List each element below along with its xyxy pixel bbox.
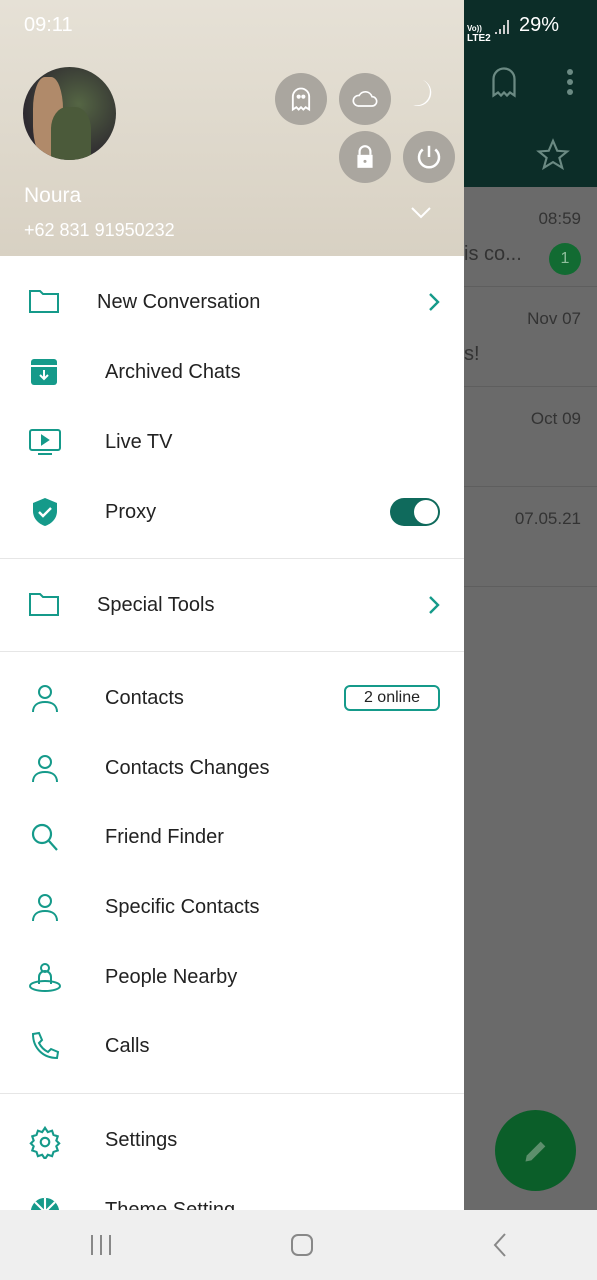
ghost-icon[interactable] xyxy=(486,64,522,100)
night-mode-icon[interactable] xyxy=(404,76,440,112)
menu-label: Archived Chats xyxy=(105,360,241,383)
menu-item-contacts[interactable]: Contacts 2 online xyxy=(0,663,464,733)
network-type: Vo)) LTE2 xyxy=(467,24,491,44)
star-icon[interactable] xyxy=(536,138,570,172)
folder-icon xyxy=(28,590,62,620)
compose-button[interactable] xyxy=(495,1110,576,1191)
chat-time: 08:59 xyxy=(538,209,581,228)
menu-label: Contacts Changes xyxy=(105,756,270,779)
chat-time: 07.05.21 xyxy=(514,509,581,528)
archive-icon xyxy=(28,357,62,387)
shield-check-icon xyxy=(28,497,62,527)
person-icon xyxy=(28,892,62,922)
pencil-icon xyxy=(522,1137,550,1165)
menu-label: People Nearby xyxy=(105,965,238,988)
battery-level: 29% xyxy=(519,14,560,36)
chevron-right-icon xyxy=(428,292,440,312)
profile-phone: +62 831 91950232 xyxy=(24,220,175,240)
search-icon xyxy=(28,822,62,852)
menu-label: Friend Finder xyxy=(105,825,224,848)
chevron-right-icon xyxy=(428,595,440,615)
person-icon xyxy=(28,683,62,713)
unread-badge: 1 xyxy=(549,243,581,275)
back-icon[interactable] xyxy=(492,1232,508,1258)
divider xyxy=(0,558,464,559)
menu-item-theme-setting[interactable]: Theme Setting xyxy=(0,1175,464,1210)
network-label: LTE2 xyxy=(467,33,491,44)
chat-time: Oct 09 xyxy=(530,409,581,428)
home-icon[interactable] xyxy=(290,1233,314,1257)
menu-item-friend-finder[interactable]: Friend Finder xyxy=(0,802,464,872)
divider xyxy=(0,1093,464,1094)
chat-row[interactable]: Oct 09 xyxy=(464,387,597,487)
cloud-button[interactable] xyxy=(339,73,391,125)
menu-label: Settings xyxy=(105,1128,178,1151)
online-count-badge: 2 online xyxy=(343,685,440,711)
status-bar: 09:11 xyxy=(24,14,464,37)
divider xyxy=(0,651,464,652)
folder-icon xyxy=(28,287,62,317)
ghost-mode-button[interactable] xyxy=(275,73,327,125)
menu-item-specific-contacts[interactable]: Specific Contacts xyxy=(0,872,464,942)
person-icon xyxy=(28,753,62,783)
drawer-header: 09:11 Noura +62 831 91950232 xyxy=(0,0,464,256)
more-options-icon[interactable] xyxy=(564,68,576,96)
menu-label: Special Tools xyxy=(97,593,215,616)
system-nav-bar xyxy=(0,1210,597,1280)
menu-item-calls[interactable]: Calls xyxy=(0,1011,464,1081)
avatar[interactable] xyxy=(23,67,116,160)
palette-icon xyxy=(28,1195,62,1210)
menu-label: Calls xyxy=(105,1034,150,1057)
account-chevron-down-icon[interactable] xyxy=(410,206,432,220)
power-icon xyxy=(414,142,444,172)
menu-item-proxy[interactable]: Proxy xyxy=(0,477,464,547)
menu-item-new-conversation[interactable]: New Conversation xyxy=(0,267,464,337)
menu-label: Live TV xyxy=(105,430,173,453)
menu-item-contacts-changes[interactable]: Contacts Changes xyxy=(0,733,464,803)
menu-label: Theme Setting xyxy=(105,1198,236,1211)
gear-icon xyxy=(28,1125,62,1159)
status-time: 09:11 xyxy=(24,14,73,36)
lock-icon xyxy=(352,143,378,171)
menu-item-people-nearby[interactable]: People Nearby xyxy=(0,942,464,1012)
chat-time: Nov 07 xyxy=(527,309,581,328)
menu-label: Contacts xyxy=(105,686,184,709)
signal-icon xyxy=(494,18,510,36)
chat-row[interactable]: 07.05.21 xyxy=(464,487,597,587)
menu-item-archived-chats[interactable]: Archived Chats xyxy=(0,337,464,407)
chat-row[interactable]: Nov 07 s! xyxy=(464,287,597,387)
chat-snippet: s! xyxy=(464,343,480,365)
proxy-toggle[interactable] xyxy=(390,498,440,526)
lock-button[interactable] xyxy=(339,131,391,183)
chat-snippet: is co... xyxy=(464,243,522,265)
profile-name: Noura xyxy=(24,184,82,207)
cloud-icon xyxy=(349,85,381,113)
menu-label: Proxy xyxy=(105,500,157,523)
menu-item-special-tools[interactable]: Special Tools xyxy=(0,570,464,640)
chat-row[interactable]: 08:59 is co... 1 xyxy=(464,187,597,287)
recents-icon[interactable] xyxy=(89,1234,113,1256)
ghost-icon xyxy=(287,85,315,113)
menu-item-live-tv[interactable]: Live TV xyxy=(0,407,464,477)
phone-icon xyxy=(28,1031,62,1061)
menu-label: New Conversation xyxy=(97,290,261,313)
menu-item-settings[interactable]: Settings xyxy=(0,1105,464,1175)
power-button[interactable] xyxy=(403,131,455,183)
navigation-drawer: 09:11 Noura +62 831 91950232 New Convers… xyxy=(0,0,464,1210)
menu-label: Specific Contacts xyxy=(105,895,260,918)
tv-icon xyxy=(28,427,62,457)
people-nearby-icon xyxy=(28,962,62,992)
